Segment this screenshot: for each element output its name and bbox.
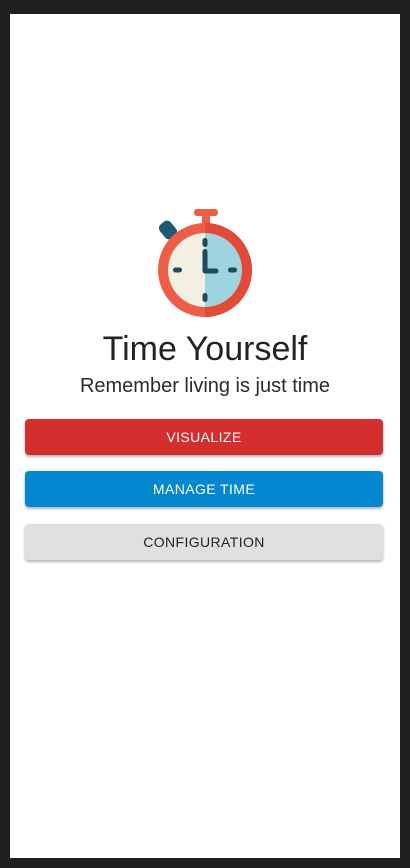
device-frame: Time Yourself Remember living is just ti…: [0, 0, 410, 868]
configuration-button[interactable]: CONFIGURATION: [25, 524, 383, 560]
manage-time-button[interactable]: MANAGE TIME: [25, 471, 383, 507]
app-screen: Time Yourself Remember living is just ti…: [10, 14, 400, 858]
visualize-button[interactable]: VISUALIZE: [25, 419, 383, 455]
app-subtitle: Remember living is just time: [79, 375, 331, 397]
stopwatch-icon: [158, 209, 252, 317]
app-title: Time Yourself: [102, 330, 308, 368]
